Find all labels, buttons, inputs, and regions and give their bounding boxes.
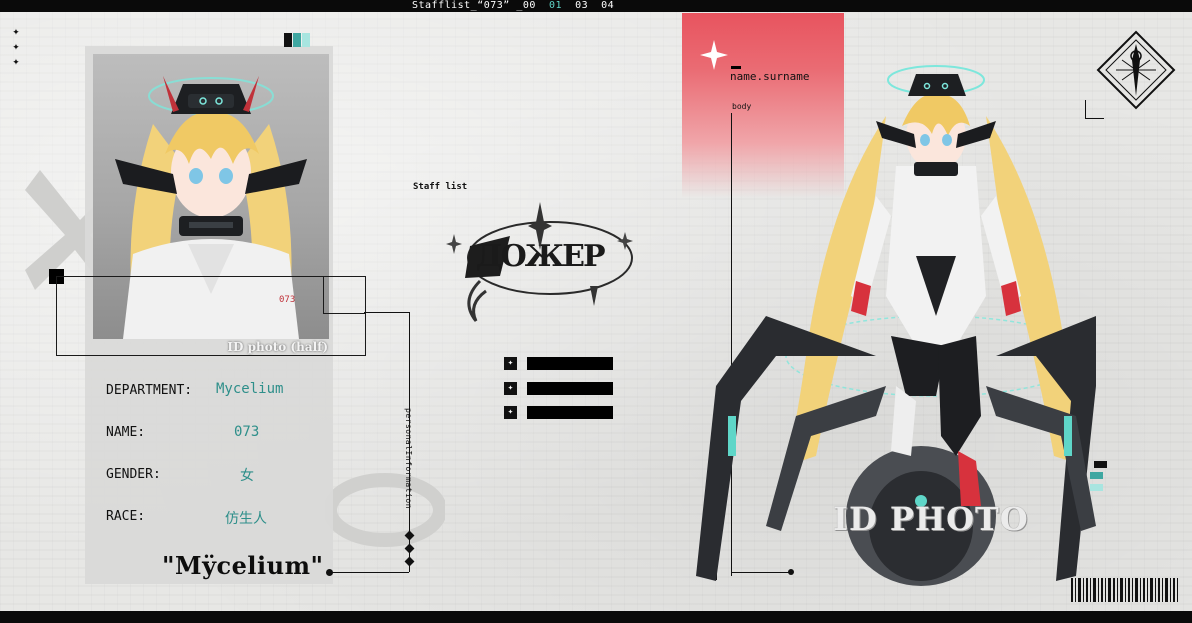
swatch-black xyxy=(284,33,292,47)
bottom-bar xyxy=(0,611,1192,623)
race-value: 仿生人 xyxy=(225,511,267,527)
side-color-block-teal xyxy=(1090,472,1103,479)
left-star-column: ✦ ✦ ✦ xyxy=(9,24,23,69)
staff-list-label: Staff list xyxy=(413,182,468,192)
connector-line xyxy=(364,312,409,313)
connector-line xyxy=(329,572,409,573)
signature-name: "Mÿcelium" xyxy=(162,551,324,580)
background-ring-shape xyxy=(325,473,445,547)
department-value: Mycelium xyxy=(216,381,284,397)
frame-line-left xyxy=(56,276,366,356)
redacted-bar xyxy=(527,406,613,419)
frame-line-inner xyxy=(323,276,366,314)
star-icon: ✦ xyxy=(12,24,20,38)
gender-label: GENDER: xyxy=(106,467,161,482)
star-icon: ✦ xyxy=(12,39,20,53)
name-label: NAME: xyxy=(106,425,146,440)
top-bar-title: Stafflist_“073” _00 01 03 04 xyxy=(412,0,614,12)
page-tab-03[interactable]: 03 xyxy=(575,0,588,11)
gender-value: 女 xyxy=(240,468,254,484)
topbar-sep: _00 xyxy=(516,0,536,11)
id-photo-watermark: ID PHOTO xyxy=(833,500,1029,538)
side-color-block-black xyxy=(1094,461,1107,468)
star-icon: ✦ xyxy=(12,54,20,68)
page-tab-04[interactable]: 04 xyxy=(601,0,614,11)
star-icon: ✦ xyxy=(504,406,517,419)
side-color-block-light xyxy=(1090,484,1103,491)
department-label: DEPARTMENT: xyxy=(106,383,193,398)
swatch-light-teal xyxy=(302,33,310,47)
topbar-code: “073” xyxy=(477,0,510,11)
chrome-logo: ДОЖЕР xyxy=(446,202,633,322)
barcode xyxy=(1071,578,1178,602)
race-label: RACE: xyxy=(106,509,146,524)
star-icon: ✦ xyxy=(504,382,517,395)
redacted-bar xyxy=(527,357,613,370)
topbar-prefix: Stafflist_ xyxy=(412,0,478,11)
connector-dot xyxy=(326,569,333,576)
swatch-teal xyxy=(293,33,301,47)
emblem-icon xyxy=(1096,30,1176,110)
star-icon: ✦ xyxy=(504,357,517,370)
page-tab-01[interactable]: 01 xyxy=(549,0,562,11)
name-value: 073 xyxy=(234,424,260,440)
redacted-bar xyxy=(527,382,613,395)
vertical-label: personalInformation xyxy=(404,408,413,510)
color-swatches xyxy=(284,33,311,52)
